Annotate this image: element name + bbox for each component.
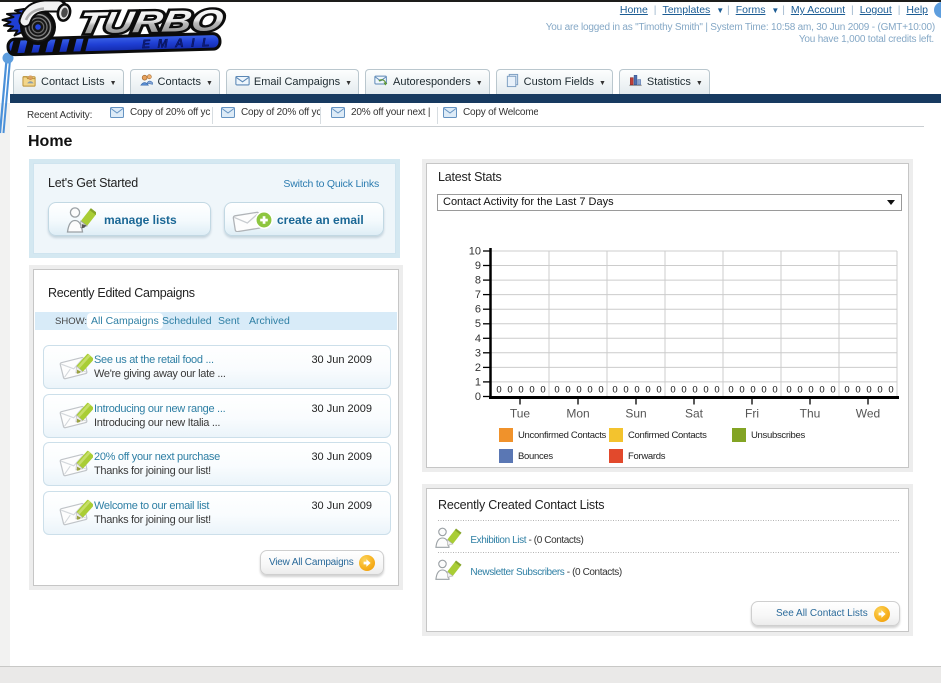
- svg-text:Sun: Sun: [625, 407, 646, 421]
- svg-text:5: 5: [475, 318, 481, 330]
- svg-text:0: 0: [598, 385, 603, 396]
- svg-text:0: 0: [670, 385, 675, 396]
- svg-text:0: 0: [554, 385, 559, 396]
- svg-text:0: 0: [728, 385, 733, 396]
- svg-text:0: 0: [761, 385, 766, 396]
- svg-text:3: 3: [475, 347, 481, 359]
- svg-text:0: 0: [507, 385, 512, 396]
- svg-text:0: 0: [540, 385, 545, 396]
- svg-text:0: 0: [703, 385, 708, 396]
- svg-text:7: 7: [475, 289, 481, 301]
- svg-text:Wed: Wed: [856, 407, 880, 421]
- svg-text:0: 0: [612, 385, 617, 396]
- svg-text:0: 0: [518, 385, 523, 396]
- svg-text:0: 0: [656, 385, 661, 396]
- svg-text:0: 0: [475, 391, 481, 403]
- svg-text:0: 0: [634, 385, 639, 396]
- svg-text:Thu: Thu: [800, 407, 821, 421]
- svg-text:0: 0: [587, 385, 592, 396]
- svg-text:0: 0: [750, 385, 755, 396]
- svg-text:Tue: Tue: [510, 407, 531, 421]
- svg-text:1: 1: [475, 376, 481, 388]
- svg-text:0: 0: [714, 385, 719, 396]
- svg-text:2: 2: [475, 362, 481, 374]
- svg-text:4: 4: [475, 333, 481, 345]
- svg-text:0: 0: [830, 385, 835, 396]
- svg-text:0: 0: [681, 385, 686, 396]
- svg-text:Mon: Mon: [566, 407, 589, 421]
- svg-text:0: 0: [797, 385, 802, 396]
- svg-text:0: 0: [772, 385, 777, 396]
- svg-text:0: 0: [496, 385, 501, 396]
- svg-text:10: 10: [469, 246, 481, 258]
- svg-text:0: 0: [529, 385, 534, 396]
- svg-text:0: 0: [739, 385, 744, 396]
- svg-text:0: 0: [565, 385, 570, 396]
- svg-text:Fri: Fri: [745, 407, 759, 421]
- svg-text:Sat: Sat: [685, 407, 704, 421]
- svg-text:0: 0: [808, 385, 813, 396]
- svg-text:6: 6: [475, 304, 481, 316]
- svg-text:0: 0: [576, 385, 581, 396]
- svg-text:0: 0: [623, 385, 628, 396]
- svg-text:0: 0: [877, 385, 882, 396]
- svg-text:0: 0: [645, 385, 650, 396]
- svg-text:9: 9: [475, 260, 481, 272]
- svg-text:0: 0: [844, 385, 849, 396]
- svg-text:0: 0: [888, 385, 893, 396]
- svg-text:8: 8: [475, 275, 481, 287]
- svg-text:0: 0: [819, 385, 824, 396]
- svg-text:0: 0: [692, 385, 697, 396]
- svg-text:0: 0: [866, 385, 871, 396]
- svg-text:TURBO: TURBO: [77, 5, 227, 41]
- svg-text:0: 0: [855, 385, 860, 396]
- svg-text:0: 0: [786, 385, 791, 396]
